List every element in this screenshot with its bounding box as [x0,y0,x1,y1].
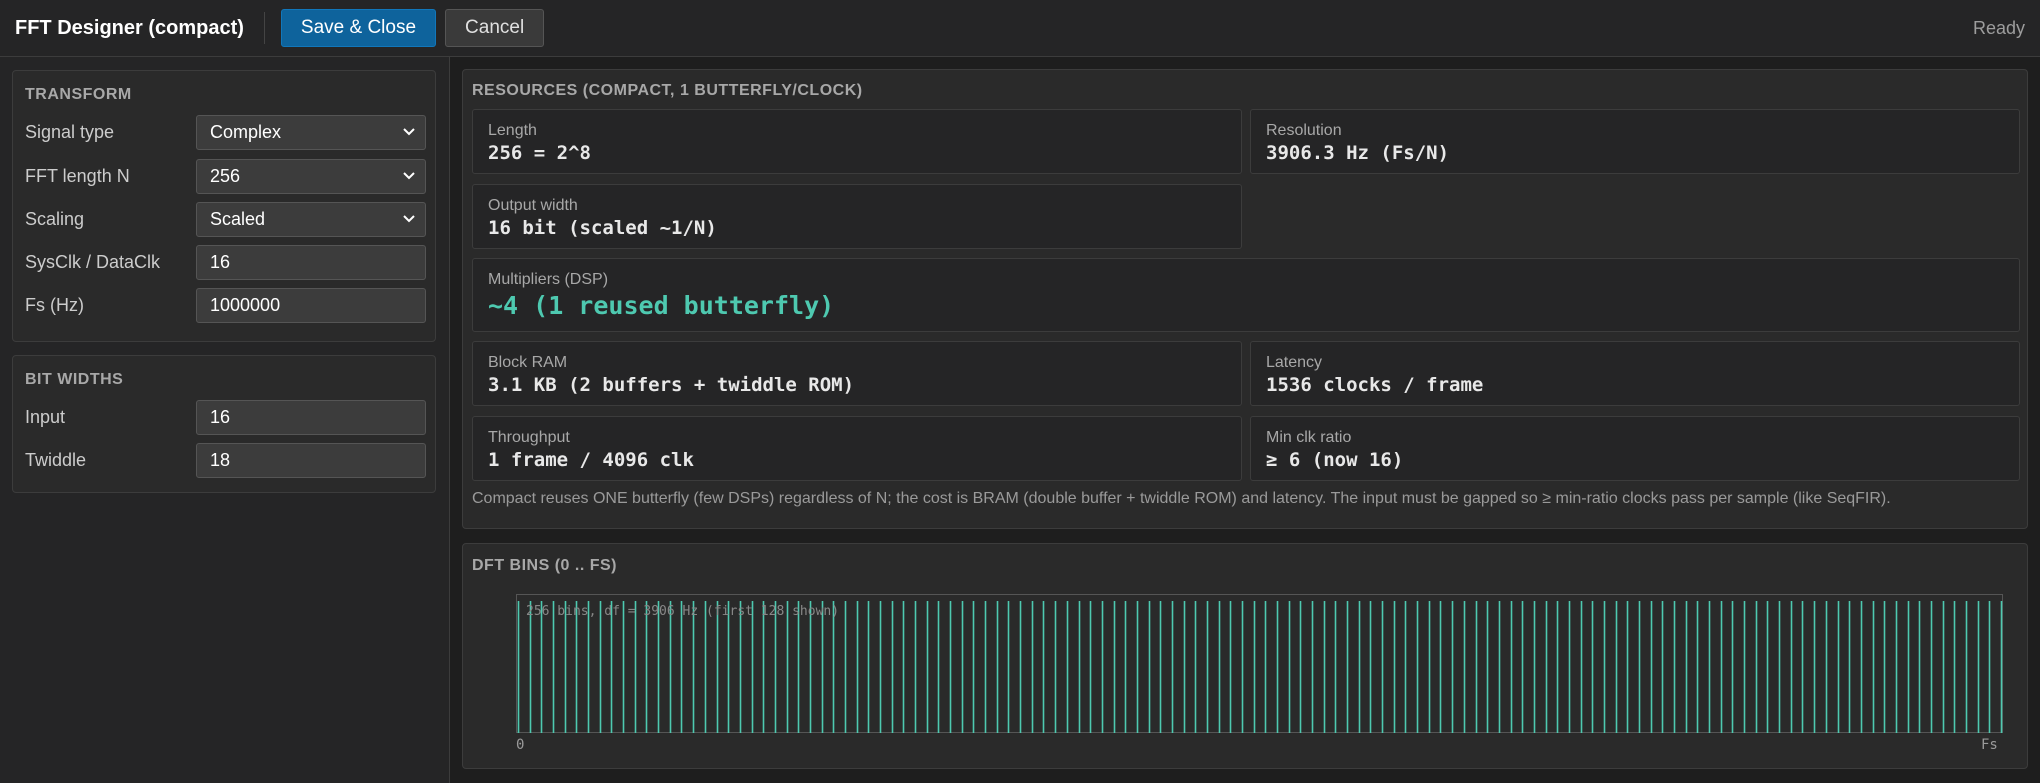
card-value: ≥ 6 (now 16) [1266,449,1404,471]
block-ram-card: Block RAM 3.1 KB (2 buffers + twiddle RO… [472,341,1242,406]
card-label: Latency [1266,354,1323,371]
resolution-card: Resolution 3906.3 Hz (Fs/N) [1250,109,2020,174]
chevron-down-icon [403,172,415,180]
x-axis-start-label: 0 [516,737,525,753]
card-value: 256 = 2^8 [488,142,591,164]
resources-panel-title: RESOURCES (COMPACT, 1 BUTTERFLY/CLOCK) [472,82,863,99]
input-width-input[interactable]: 16 [196,399,426,435]
settings-sidebar: TRANSFORM Signal type Complex FFT length… [0,57,450,783]
resources-note: Compact reuses ONE butterfly (few DSPs) … [472,490,1891,507]
chevron-down-icon [403,128,415,136]
twiddle-width-input[interactable]: 18 [196,442,426,478]
resources-panel: RESOURCES (COMPACT, 1 BUTTERFLY/CLOCK) L… [462,69,2028,529]
input-width-row: Input 16 [13,399,435,435]
field-label: SysClk / DataClk [25,251,161,272]
chevron-down-icon [403,215,415,223]
scaling-row: Scaling Scaled [13,201,435,237]
chart-annotation: 256 bins, df = 3906 Hz (first 128 shown) [526,604,840,619]
latency-card: Latency 1536 clocks / frame [1250,341,2020,406]
scaling-select[interactable]: Scaled [196,201,426,237]
card-value: 16 bit (scaled ~1/N) [488,217,717,239]
card-value: 3906.3 Hz (Fs/N) [1266,142,1450,164]
status-text: Ready [1972,17,2025,38]
min-clk-ratio-card: Min clk ratio ≥ 6 (now 16) [1250,416,2020,481]
bit-widths-panel-title: BIT WIDTHS [25,371,124,388]
x-axis-end-label: Fs [1981,737,1998,753]
card-label: Block RAM [488,354,568,371]
card-label: Resolution [1266,122,1342,139]
card-value: 1536 clocks / frame [1266,374,1484,396]
card-label: Min clk ratio [1266,429,1352,446]
signal-type-row: Signal type Complex [13,114,435,150]
sample-rate-row: Fs (Hz) 1000000 [13,287,435,323]
bit-widths-panel: BIT WIDTHS Input 16 Twiddle 18 [12,355,436,493]
dft-bins-panel-title: DFT BINS (0 .. FS) [472,557,617,574]
cancel-button[interactable]: Cancel [445,9,545,47]
save-close-button[interactable]: Save & Close [280,9,437,47]
card-label: Multipliers (DSP) [488,271,609,288]
transform-panel: TRANSFORM Signal type Complex FFT length… [12,70,436,342]
select-value: Complex [210,121,282,142]
select-value: 256 [210,165,241,186]
toolbar-divider [263,12,265,44]
card-label: Length [488,122,537,139]
field-label: Signal type [25,121,115,142]
clock-ratio-row: SysClk / DataClk 16 [13,244,435,280]
output-width-card: Output width 16 bit (scaled ~1/N) [472,184,1242,249]
card-value: ~4 (1 reused butterfly) [488,291,835,320]
fft-length-row: FFT length N 256 [13,158,435,194]
fft-length-select[interactable]: 256 [196,158,426,194]
card-value: 3.1 KB (2 buffers + twiddle ROM) [488,374,855,396]
field-label: Fs (Hz) [25,294,84,315]
field-label: FFT length N [25,165,130,186]
twiddle-width-row: Twiddle 18 [13,442,435,478]
field-label: Input [25,406,66,427]
card-value: 1 frame / 4096 clk [488,449,694,471]
app-title: FFT Designer (compact) [15,16,244,39]
length-card: Length 256 = 2^8 [472,109,1242,174]
throughput-card: Throughput 1 frame / 4096 clk [472,416,1242,481]
multipliers-card: Multipliers (DSP) ~4 (1 reused butterfly… [472,258,2020,332]
field-label: Twiddle [25,449,87,470]
toolbar: FFT Designer (compact) Save & Close Canc… [0,0,2040,57]
field-label: Scaling [25,208,85,229]
main-area: RESOURCES (COMPACT, 1 BUTTERFLY/CLOCK) L… [450,57,2040,783]
clock-ratio-input[interactable]: 16 [196,244,426,280]
select-value: Scaled [210,208,266,229]
transform-panel-title: TRANSFORM [25,86,132,103]
card-label: Throughput [488,429,570,446]
sample-rate-input[interactable]: 1000000 [196,287,426,323]
card-label: Output width [488,197,578,214]
signal-type-select[interactable]: Complex [196,114,426,150]
